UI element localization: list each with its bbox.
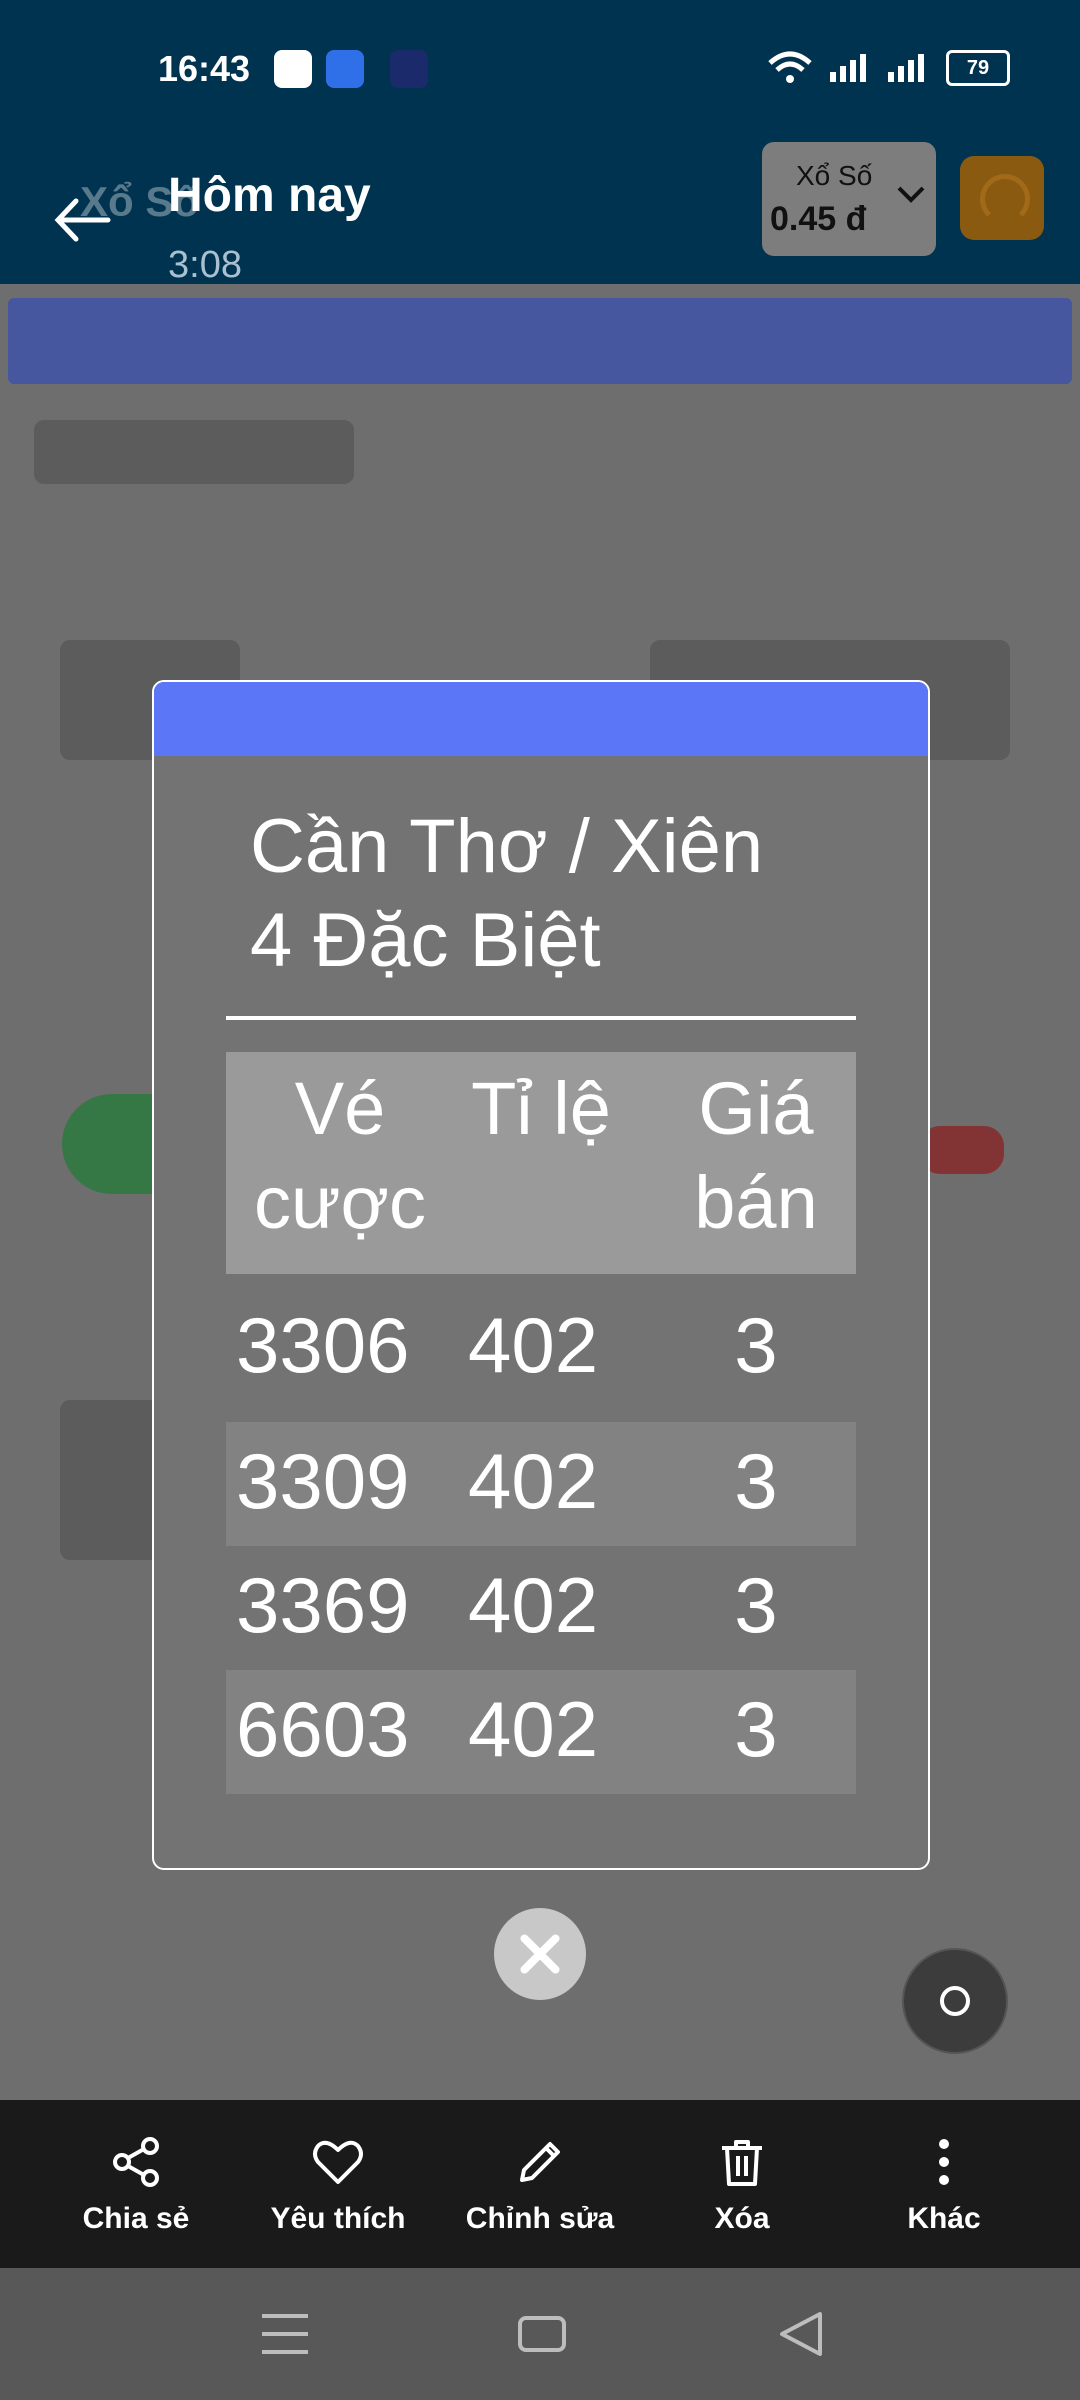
dialog-title: Cần Thơ / Xiên 4 Đặc Biệt <box>250 804 764 983</box>
background-block <box>34 420 354 484</box>
header-title: Hôm nay <box>168 169 371 222</box>
table-row: 3306 402 3 <box>226 1286 856 1410</box>
column-header-odds: Tỉ lệ <box>471 1067 611 1150</box>
price-cell: 3 <box>734 1437 778 1525</box>
more-button[interactable]: Khác <box>844 2100 1044 2268</box>
more-label: Khác <box>907 2202 981 2235</box>
dialog-header-bar <box>154 682 928 756</box>
table-row: 6603 402 3 <box>226 1670 856 1794</box>
close-icon[interactable] <box>494 1908 586 2000</box>
table-row: 3309 402 3 <box>226 1422 856 1546</box>
edit-button[interactable]: Chỉnh sửa <box>440 2100 640 2268</box>
heart-icon <box>313 2140 363 2184</box>
table-row: 3369 402 3 <box>226 1546 856 1670</box>
share-label: Chia sẻ <box>82 2202 190 2235</box>
status-right: 79 <box>768 50 1010 86</box>
delete-button[interactable]: Xóa <box>642 2100 842 2268</box>
action-bar: Chia sẻ Yêu thích Chỉnh sửa Xóa Khác <box>0 2100 1080 2268</box>
favorite-button[interactable]: Yêu thích <box>238 2100 438 2268</box>
ticket-cell: 3369 <box>236 1561 410 1649</box>
chevron-down-icon <box>896 178 926 212</box>
table-header: Vé cược Tỉ lệ Giá bán <box>226 1052 856 1274</box>
share-button[interactable]: Chia sẻ <box>36 2100 236 2268</box>
app-notification-icon <box>274 50 312 88</box>
price-cell: 3 <box>734 1685 778 1773</box>
support-headset-icon[interactable] <box>960 156 1044 240</box>
more-vertical-icon <box>939 2139 949 2185</box>
dialog-divider <box>226 1016 856 1020</box>
hotspot-icon <box>326 50 364 88</box>
top-bar: 16:43 79 Xổ Số Hôm nay 3:08 Xổ Số 0.45 đ <box>0 0 1080 286</box>
lottery-label: Xổ Số <box>796 160 873 191</box>
column-header-ticket: Vé cược <box>253 1067 427 1244</box>
battery-icon: 79 <box>946 50 1010 86</box>
lens-scan-icon[interactable] <box>902 1948 1008 2054</box>
recent-apps-icon[interactable] <box>258 2308 312 2360</box>
odds-cell: 402 <box>468 1437 599 1525</box>
signal-icon-2 <box>888 54 928 82</box>
status-time: 16:43 <box>158 48 251 89</box>
background-app-header <box>8 298 1072 384</box>
system-nav-bar <box>0 2268 1080 2400</box>
ticket-cell: 6603 <box>236 1685 410 1773</box>
back-nav-icon[interactable] <box>774 2308 826 2360</box>
back-arrow-icon[interactable] <box>52 190 112 259</box>
trash-icon <box>722 2140 762 2186</box>
favorite-label: Yêu thích <box>270 2202 406 2235</box>
delete-label: Xóa <box>714 2202 770 2235</box>
lottery-price: 0.45 đ <box>770 200 867 238</box>
wifi-icon <box>768 51 812 83</box>
odds-cell: 402 <box>468 1561 599 1649</box>
result-dialog: Cần Thơ / Xiên 4 Đặc Biệt Vé cược Tỉ lệ … <box>152 680 930 1870</box>
share-icon <box>113 2137 159 2187</box>
background-badge <box>920 1126 1004 1174</box>
lottery-selector[interactable]: Xổ Số 0.45 đ <box>762 142 936 256</box>
ticket-cell: 3306 <box>236 1301 410 1389</box>
odds-cell: 402 <box>468 1301 599 1389</box>
signal-icon <box>830 54 870 82</box>
ticket-cell: 3309 <box>236 1437 410 1525</box>
odds-cell: 402 <box>468 1685 599 1773</box>
price-cell: 3 <box>734 1561 778 1649</box>
edit-label: Chỉnh sửa <box>465 2202 615 2235</box>
pencil-icon <box>520 2142 560 2182</box>
home-icon[interactable] <box>516 2308 568 2360</box>
price-cell: 3 <box>734 1301 778 1389</box>
column-header-price: Giá bán <box>694 1067 818 1244</box>
header-subtitle: 3:08 <box>168 244 242 286</box>
broadcast-icon <box>390 50 428 88</box>
